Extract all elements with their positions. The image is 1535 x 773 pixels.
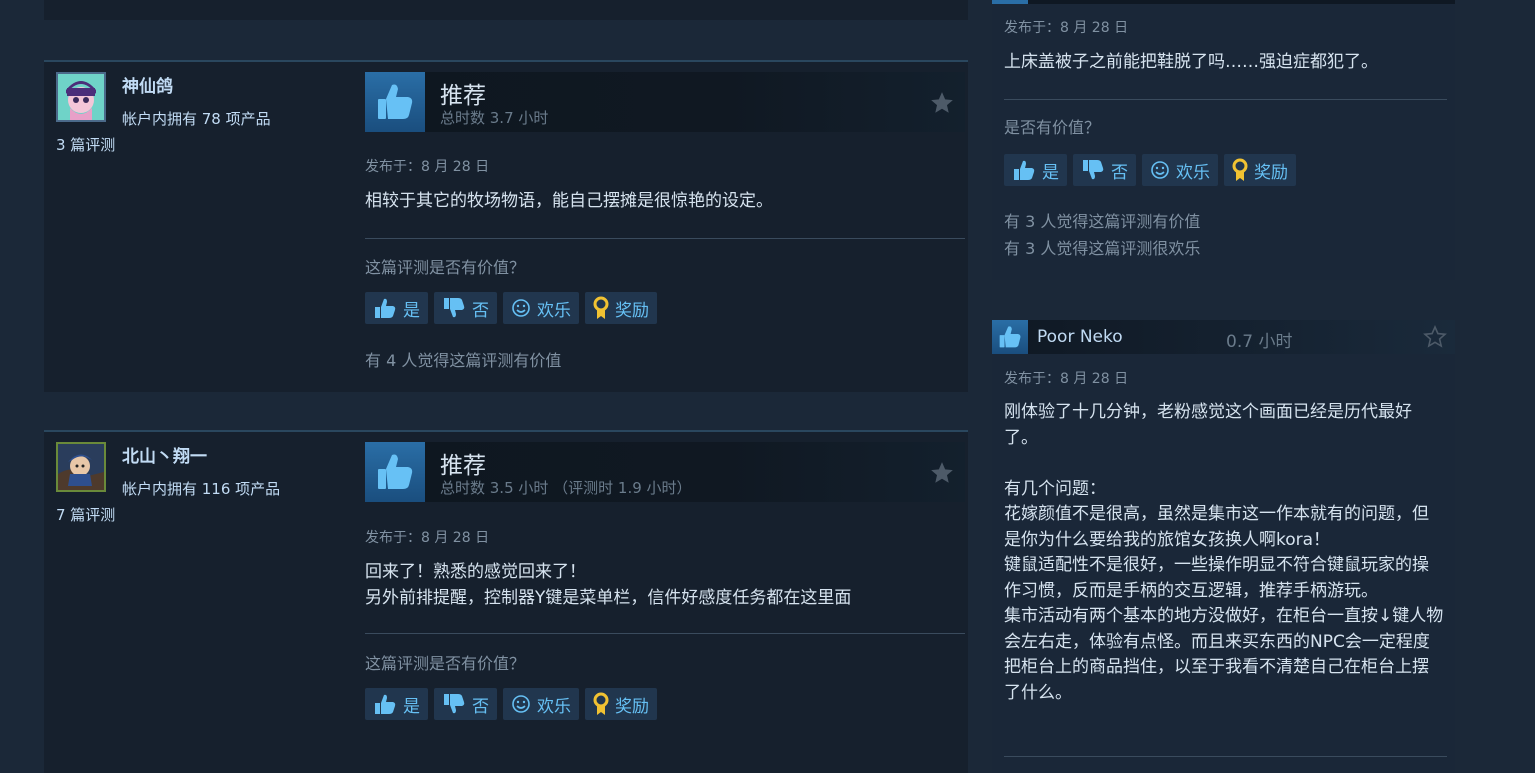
vote-buttons: 是 否 欢乐 奖励	[365, 292, 657, 324]
vote-yes-button[interactable]: 是	[1004, 154, 1067, 186]
vote-no-label: 否	[472, 300, 489, 321]
vote-funny-label: 欢乐	[537, 300, 571, 321]
vote-yes-label: 是	[403, 696, 420, 717]
award-star-icon[interactable]	[929, 460, 955, 490]
review-card: 北山丶翔一 帐户内拥有 116 项产品 7 篇评测 推荐 总时数 3.5 小时 …	[44, 430, 968, 773]
helpful-question: 是否有价值？	[1004, 118, 1101, 137]
vote-no-button[interactable]: 否	[1073, 154, 1136, 186]
award-ribbon-icon	[1232, 158, 1248, 182]
side-review-card: 发布于：8 月 28 日 上床盖被子之前能把鞋脱了吗……强迫症都犯了。 是否有价…	[992, 0, 1455, 280]
vote-funny-button[interactable]: 欢乐	[503, 688, 579, 720]
smiley-icon	[511, 694, 531, 714]
vote-buttons: 是 否 欢乐 奖励	[1004, 154, 1296, 186]
vote-no-label: 否	[1111, 162, 1128, 183]
vote-yes-button[interactable]: 是	[365, 292, 428, 324]
vote-funny-label: 欢乐	[537, 696, 571, 717]
review-card: 神仙鸽 帐户内拥有 78 项产品 3 篇评测 推荐 总时数 3.7 小时 发布于…	[44, 60, 968, 392]
review-count[interactable]: 7 篇评测	[56, 504, 115, 525]
vote-funny-button[interactable]: 欢乐	[1142, 154, 1218, 186]
award-button[interactable]: 奖励	[1224, 154, 1296, 186]
helpful-count: 有 4 人觉得这篇评测有价值	[365, 351, 562, 370]
recommendation-title: 推荐	[440, 83, 486, 109]
side-review-card: Poor Neko 0.7 小时 发布于：8 月 28 日 刚体验了十几分钟，老…	[992, 320, 1455, 773]
avatar[interactable]	[56, 442, 106, 492]
thumbs-up-icon	[992, 320, 1028, 354]
recommendation-title: 推荐	[440, 453, 486, 479]
thumbs-down-icon	[442, 297, 466, 319]
award-label: 奖励	[615, 696, 649, 717]
playtime-hours: 总时数 3.7 小时	[440, 109, 549, 127]
divider	[1004, 99, 1447, 100]
avatar[interactable]	[56, 72, 106, 122]
review-count[interactable]: 3 篇评测	[56, 134, 115, 155]
vote-buttons: 是 否 欢乐 奖励	[365, 688, 657, 720]
thumbs-up-icon	[365, 442, 425, 502]
thumbs-up-icon	[373, 693, 397, 715]
posted-date: 发布于：8 月 28 日	[1004, 20, 1129, 36]
previous-review-card-bottom	[44, 0, 968, 20]
helpful-count: 有 3 人觉得这篇评测有价值	[1004, 212, 1201, 231]
persona-name[interactable]: 北山丶翔一	[122, 442, 207, 467]
award-ribbon-icon	[593, 692, 609, 716]
vote-funny-button[interactable]: 欢乐	[503, 292, 579, 324]
products-owned[interactable]: 帐户内拥有 116 项产品	[122, 478, 280, 499]
award-button[interactable]: 奖励	[585, 688, 657, 720]
smiley-icon	[1150, 160, 1170, 180]
review-page: 神仙鸽 帐户内拥有 78 项产品 3 篇评测 推荐 总时数 3.7 小时 发布于…	[0, 0, 1535, 773]
helpful-question: 这篇评测是否有价值？	[365, 258, 526, 277]
award-ribbon-icon	[593, 296, 609, 320]
divider	[365, 238, 965, 239]
persona-name[interactable]: Poor Neko	[1037, 327, 1123, 347]
award-button[interactable]: 奖励	[585, 292, 657, 324]
helpful-question: 这篇评测是否有价值？	[365, 654, 526, 673]
posted-date: 发布于：8 月 28 日	[365, 159, 490, 175]
funny-count: 有 3 人觉得这篇评测很欢乐	[1004, 239, 1201, 258]
vote-funny-label: 欢乐	[1176, 162, 1210, 183]
compact-review-header[interactable]: Poor Neko 0.7 小时	[992, 320, 1455, 354]
review-text: 相较于其它的牧场物语，能自己摆摊是很惊艳的设定。	[365, 191, 773, 211]
products-owned[interactable]: 帐户内拥有 78 项产品	[122, 108, 271, 129]
vote-no-label: 否	[472, 696, 489, 717]
thumbs-up-icon	[1012, 159, 1036, 181]
award-star-icon[interactable]	[929, 90, 955, 120]
review-text: 刚体验了十几分钟，老粉感觉这个画面已经是历代最好了。 有几个问题： 花嫁颜值不是…	[1004, 402, 1444, 703]
vote-yes-label: 是	[1042, 162, 1059, 183]
playtime-hours: 0.7 小时	[1226, 332, 1293, 352]
vote-no-button[interactable]: 否	[434, 688, 497, 720]
vote-yes-label: 是	[403, 300, 420, 321]
vote-yes-button[interactable]: 是	[365, 688, 428, 720]
thumbs-up-icon	[365, 72, 425, 132]
posted-date: 发布于：8 月 28 日	[1004, 371, 1129, 387]
star-outline-icon[interactable]	[1423, 325, 1447, 353]
thumbs-down-icon	[442, 693, 466, 715]
vote-header[interactable]: 推荐 总时数 3.5 小时 （评测时 1.9 小时）	[365, 442, 965, 502]
persona-name[interactable]: 神仙鸽	[122, 72, 173, 97]
divider	[365, 633, 965, 634]
review-text: 回来了！熟悉的感觉回来了！ 另外前排提醒，控制器Y键是菜单栏，信件好感度任务都在…	[365, 562, 852, 608]
smiley-icon	[511, 298, 531, 318]
divider	[1004, 756, 1447, 757]
vote-no-button[interactable]: 否	[434, 292, 497, 324]
award-label: 奖励	[1254, 162, 1288, 183]
review-text: 上床盖被子之前能把鞋脱了吗……强迫症都犯了。	[1004, 52, 1378, 72]
thumbs-up-icon	[992, 0, 1028, 4]
thumbs-up-icon	[373, 297, 397, 319]
award-label: 奖励	[615, 300, 649, 321]
vote-header[interactable]: 推荐 总时数 3.7 小时	[365, 72, 965, 132]
thumbs-down-icon	[1081, 159, 1105, 181]
playtime-hours: 总时数 3.5 小时 （评测时 1.9 小时）	[440, 479, 692, 497]
side-review-header-edge	[992, 0, 1455, 4]
posted-date: 发布于：8 月 28 日	[365, 530, 490, 546]
